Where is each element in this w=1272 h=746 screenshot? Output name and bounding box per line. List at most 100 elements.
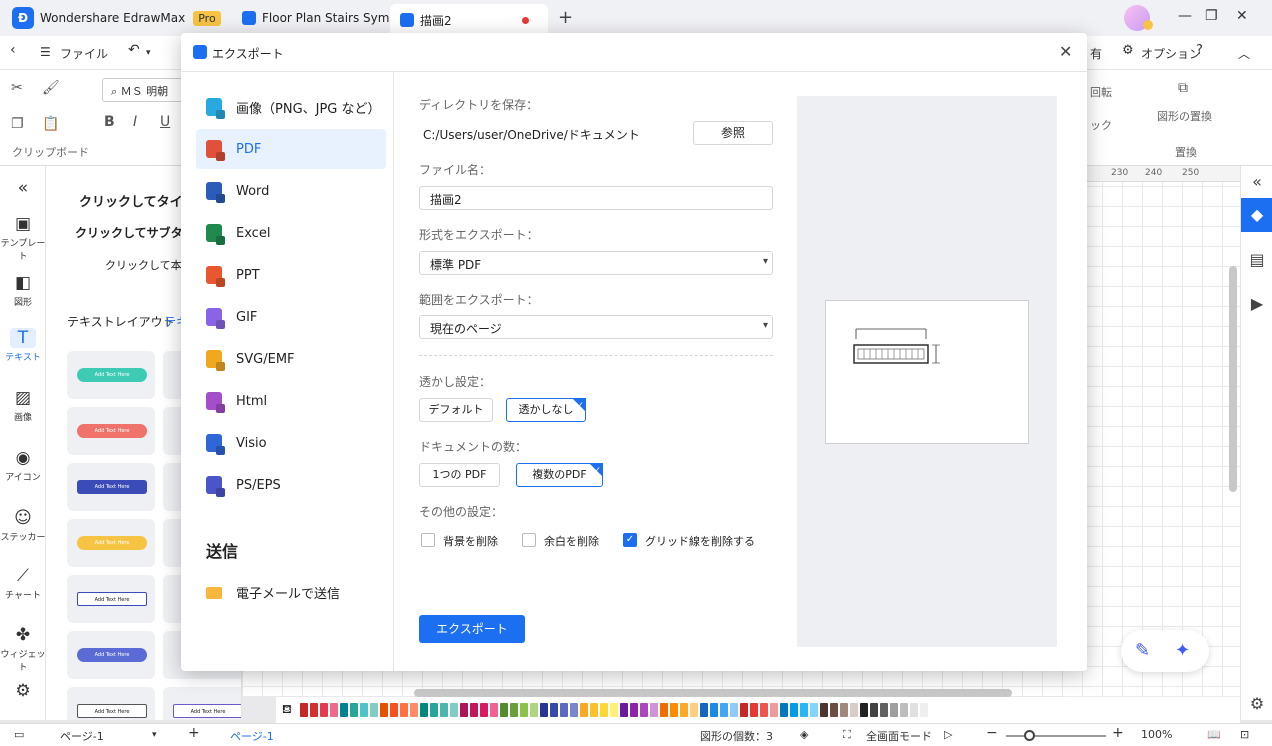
format-item-image[interactable]: 画像（PNG、JPG など）	[196, 87, 386, 127]
copy-icon[interactable]: ❐	[11, 116, 24, 132]
lock-button[interactable]: ック	[1090, 117, 1112, 133]
text-style-card[interactable]: Add Text Here	[67, 463, 155, 511]
color-swatch[interactable]	[609, 703, 618, 717]
color-swatch[interactable]	[709, 703, 718, 717]
text-style-card[interactable]: Add Text Here	[67, 631, 155, 679]
color-swatch[interactable]	[669, 703, 678, 717]
ai-sparkle-icon[interactable]: ✦	[1175, 640, 1190, 661]
color-swatch[interactable]	[759, 703, 768, 717]
color-swatch[interactable]	[349, 703, 358, 717]
menu-icon[interactable]: ☰	[40, 45, 51, 59]
zoom-out-button[interactable]: −	[986, 725, 998, 741]
new-tab-button[interactable]: +	[558, 7, 573, 28]
back-icon[interactable]: ‹	[10, 42, 16, 58]
color-swatch[interactable]	[639, 703, 648, 717]
paste-icon[interactable]: 📋	[42, 116, 59, 132]
page-layout-icon[interactable]: ▭	[14, 728, 24, 741]
sidebar-item-text[interactable]: T テキスト	[0, 328, 46, 363]
format-item-visio[interactable]: Visio	[196, 423, 386, 463]
text-style-card[interactable]: Add Text Here	[67, 687, 155, 720]
presentation-icon[interactable]: ▶	[1241, 294, 1272, 313]
color-swatch[interactable]	[379, 703, 388, 717]
help-icon[interactable]: ?	[1196, 43, 1203, 58]
share-button[interactable]: 有	[1090, 45, 1102, 62]
color-swatch[interactable]	[849, 703, 858, 717]
sidebar-item-charts[interactable]: ⟋ チャート	[0, 566, 46, 601]
single-pdf-button[interactable]: 1つの PDF	[419, 463, 500, 487]
watermark-none-button[interactable]: 透かしなし ✓	[506, 398, 586, 422]
title-template[interactable]: クリックしてタイト	[79, 191, 196, 210]
collapse-panel-button[interactable]: «	[0, 178, 46, 200]
subtitle-template[interactable]: クリックしてサブタイ	[75, 224, 195, 241]
color-swatch[interactable]	[529, 703, 538, 717]
book-view-icon[interactable]: 📖	[1207, 728, 1221, 741]
text-style-card[interactable]: Add Text Here	[67, 575, 155, 623]
tab-floor-plan[interactable]: Floor Plan Stairs Sym...	[232, 0, 411, 36]
color-swatch[interactable]	[789, 703, 798, 717]
zoom-level[interactable]: 100%	[1141, 728, 1172, 741]
color-swatch[interactable]	[619, 703, 628, 717]
color-swatch[interactable]	[879, 703, 888, 717]
gear-icon[interactable]: ⚙	[1241, 694, 1272, 713]
minimize-button[interactable]: —	[1178, 8, 1192, 24]
zoom-slider-knob[interactable]	[1024, 730, 1035, 741]
tab-page-1[interactable]: ページ-1	[230, 728, 274, 744]
settings-button[interactable]: ⚙	[0, 681, 46, 703]
body-template[interactable]: クリックして本文	[105, 257, 193, 273]
add-page-button[interactable]: +	[188, 725, 200, 741]
underline-button[interactable]: U	[160, 114, 170, 130]
color-swatch[interactable]	[469, 703, 478, 717]
ai-wand-icon[interactable]: ✎	[1135, 640, 1150, 661]
send-email-item[interactable]: 電子メールで送信	[206, 583, 340, 602]
text-style-card[interactable]: Add Text Here	[67, 519, 155, 567]
color-swatch[interactable]	[499, 703, 508, 717]
color-swatch[interactable]	[649, 703, 658, 717]
format-item-ppt[interactable]: PPT	[196, 255, 386, 295]
color-swatch[interactable]	[399, 703, 408, 717]
undo-dropdown-icon[interactable]: ▾	[146, 48, 151, 58]
export-button[interactable]: エクスポート	[419, 615, 525, 643]
fill-bucket-icon[interactable]: ⛾	[282, 702, 292, 718]
color-swatch[interactable]	[889, 703, 898, 717]
fill-style-icon[interactable]: ◆	[1241, 198, 1272, 232]
page-select[interactable]: ページ-1	[60, 728, 104, 744]
color-swatch[interactable]	[769, 703, 778, 717]
tab-text-layout[interactable]: テキストレイアウト	[67, 313, 175, 330]
color-swatch[interactable]	[549, 703, 558, 717]
color-swatch[interactable]	[749, 703, 758, 717]
color-swatch[interactable]	[729, 703, 738, 717]
bold-button[interactable]: B	[104, 114, 115, 130]
color-swatch[interactable]	[919, 703, 928, 717]
color-swatch[interactable]	[819, 703, 828, 717]
color-swatch[interactable]	[309, 703, 318, 717]
cut-icon[interactable]: ✂	[11, 80, 23, 96]
multiple-pdf-button[interactable]: 複数のPDF ✓	[516, 463, 603, 487]
color-swatch[interactable]	[429, 703, 438, 717]
undo-icon[interactable]: ↶	[128, 42, 140, 58]
color-swatch[interactable]	[799, 703, 808, 717]
watermark-default-button[interactable]: デフォルト	[419, 398, 493, 422]
app-tab[interactable]: Ð Wondershare EdrawMax Pro	[12, 0, 221, 36]
remove-background-checkbox[interactable]	[421, 533, 435, 547]
color-swatch[interactable]	[579, 703, 588, 717]
expand-right-panel-icon[interactable]: «	[1241, 172, 1272, 191]
options-button[interactable]: オプション	[1141, 45, 1201, 62]
color-swatch[interactable]	[439, 703, 448, 717]
format-item-excel[interactable]: Excel	[196, 213, 386, 253]
color-swatch[interactable]	[679, 703, 688, 717]
text-style-card[interactable]: Add Text Here	[67, 351, 155, 399]
color-swatch[interactable]	[779, 703, 788, 717]
color-swatch[interactable]	[479, 703, 488, 717]
fit-page-icon[interactable]: ⊡	[1240, 728, 1249, 741]
zoom-in-button[interactable]: +	[1112, 725, 1124, 741]
color-swatch[interactable]	[839, 703, 848, 717]
restore-button[interactable]: ❐	[1205, 8, 1218, 24]
layers-icon[interactable]: ◈	[800, 728, 808, 741]
format-item-gif[interactable]: GIF	[196, 297, 386, 337]
color-swatch[interactable]	[299, 703, 308, 717]
play-icon[interactable]: ▷	[944, 728, 952, 741]
color-swatch[interactable]	[659, 703, 668, 717]
color-swatch[interactable]	[359, 703, 368, 717]
vertical-scrollbar[interactable]	[1229, 266, 1237, 492]
sidebar-item-templates[interactable]: ▣ テンプレート	[0, 214, 46, 262]
